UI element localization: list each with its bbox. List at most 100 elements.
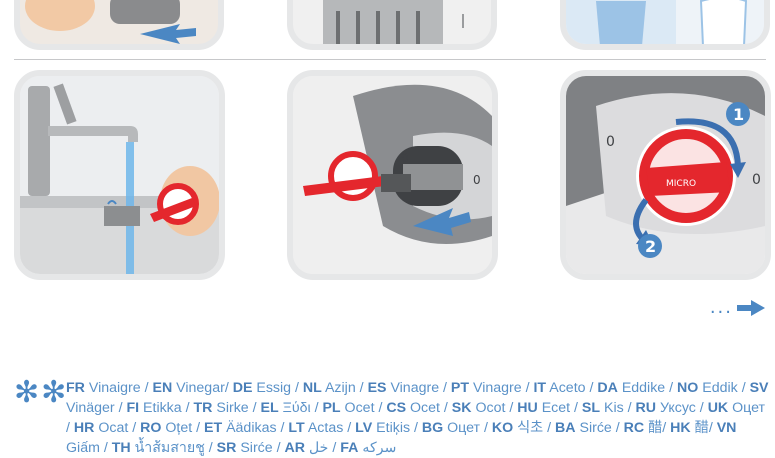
separator: /	[128, 420, 141, 436]
separator: /	[204, 440, 217, 456]
vinegar-word: Ocet	[340, 400, 375, 416]
separator: /	[328, 440, 341, 456]
language-code: NL	[302, 380, 322, 396]
step-panel-rotate: MICRO 1 2 0 0	[560, 70, 771, 280]
language-code: RO	[140, 420, 162, 436]
language-code: FR	[66, 380, 85, 396]
language-code: BG	[421, 420, 444, 436]
translation-item: HK 醋/	[670, 420, 717, 436]
water-shape	[596, 1, 646, 44]
language-code: UK	[707, 400, 729, 416]
separator: /	[66, 420, 74, 436]
separator: /	[708, 420, 717, 436]
language-code: RC	[623, 420, 645, 436]
svg-text:0: 0	[606, 134, 615, 150]
vinegar-word: 醋	[644, 420, 663, 436]
ellipsis-text: ...	[709, 297, 733, 318]
language-code: KO	[491, 420, 514, 436]
vinegar-word: น้ำส้มสายชู	[130, 440, 205, 456]
separator: /	[181, 400, 194, 416]
language-code: BA	[555, 420, 576, 436]
separator: /	[248, 400, 261, 416]
separator: /	[665, 380, 678, 396]
language-code: HK	[670, 420, 691, 436]
translation-item: LV Etiķis /	[355, 420, 422, 436]
translation-item: KO 식초 /	[492, 420, 555, 436]
separator: /	[355, 380, 368, 396]
separator: /	[410, 420, 422, 436]
svg-text:0: 0	[473, 173, 481, 187]
translation-item: BA Sirće /	[555, 420, 624, 436]
language-code: FI	[126, 400, 140, 416]
arrow-right-icon	[737, 299, 765, 316]
translation-item: PL Ocet /	[322, 400, 386, 416]
filter-brand-label: MICRO	[666, 179, 696, 189]
language-code: NO	[677, 380, 699, 396]
translation-item: IT Aceto /	[533, 380, 597, 396]
language-code: AR	[284, 440, 305, 456]
language-code: HU	[517, 400, 538, 416]
translation-item: RO Oțet /	[140, 420, 204, 436]
vinegar-word: Kis	[600, 400, 624, 416]
vinegar-word: سرکه	[358, 440, 397, 456]
separator: /	[505, 400, 518, 416]
footnote-asterisk-icon: ✻✻	[14, 375, 69, 410]
vinegar-word: Уксус	[656, 400, 696, 416]
translation-item: ES Vinagre /	[368, 380, 451, 396]
separator: /	[585, 380, 598, 396]
translation-item: RU Уксус /	[636, 400, 708, 416]
insert-illustration: 0 0	[293, 76, 492, 274]
vinegar-word: Eddik	[698, 380, 738, 396]
translation-item: AR خل /	[284, 440, 340, 456]
step-panel-top-1	[14, 0, 224, 50]
continue-indicator: ...	[710, 297, 765, 318]
step-panel-rinse	[14, 70, 225, 280]
separator: /	[543, 420, 556, 436]
language-code: DA	[597, 380, 618, 396]
vinegar-word: Ξύδι	[278, 400, 311, 416]
separator: /	[439, 400, 452, 416]
separator: /	[224, 380, 233, 396]
separator: /	[695, 400, 708, 416]
separator: /	[343, 420, 356, 436]
vinegar-word: Eddike	[617, 380, 666, 396]
language-code: RU	[635, 400, 657, 416]
vinegar-word: Sirće	[575, 420, 612, 436]
vinegar-word: Vinaigre	[84, 380, 141, 396]
language-code: PT	[450, 380, 470, 396]
vinegar-word: Oțet	[161, 420, 193, 436]
vinegar-word: Vinäger	[66, 400, 115, 416]
language-code: TR	[193, 400, 213, 416]
vinegar-word: Sirke	[212, 400, 249, 416]
language-code: SK	[451, 400, 472, 416]
step-panel-insert: 0 0	[287, 70, 498, 280]
vinegar-word: Etiķis	[372, 420, 411, 436]
vinegar-word: Ocet	[406, 400, 440, 416]
translation-item: NL Azijn /	[303, 380, 368, 396]
language-code: SL	[581, 400, 601, 416]
svg-text:1: 1	[733, 105, 744, 124]
step-panel-top-2	[287, 0, 497, 50]
translation-item: DE Essig /	[233, 380, 303, 396]
language-code: PL	[322, 400, 341, 416]
translation-item: SR Sirće /	[217, 440, 285, 456]
separator: /	[480, 420, 492, 436]
separator: /	[521, 380, 534, 396]
vinegar-word: Sirće	[236, 440, 273, 456]
separator: /	[192, 420, 204, 436]
svg-text:2: 2	[645, 237, 656, 256]
vinegar-word: Etikka	[139, 400, 182, 416]
language-code: EN	[152, 380, 173, 396]
vinegar-word: Essig	[252, 380, 292, 396]
separator: /	[737, 380, 750, 396]
vinegar-word: Giấm	[66, 440, 100, 456]
translation-item: TR Sirke /	[194, 400, 261, 416]
vinegar-word: Azijn	[321, 380, 356, 396]
separator: /	[291, 380, 303, 396]
translation-item: EL Ξύδι /	[261, 400, 323, 416]
separator: /	[623, 400, 636, 416]
step-illustration-top-2	[323, 0, 464, 44]
language-code: CS	[386, 400, 407, 416]
language-code: ES	[367, 380, 387, 396]
separator: /	[114, 400, 127, 416]
